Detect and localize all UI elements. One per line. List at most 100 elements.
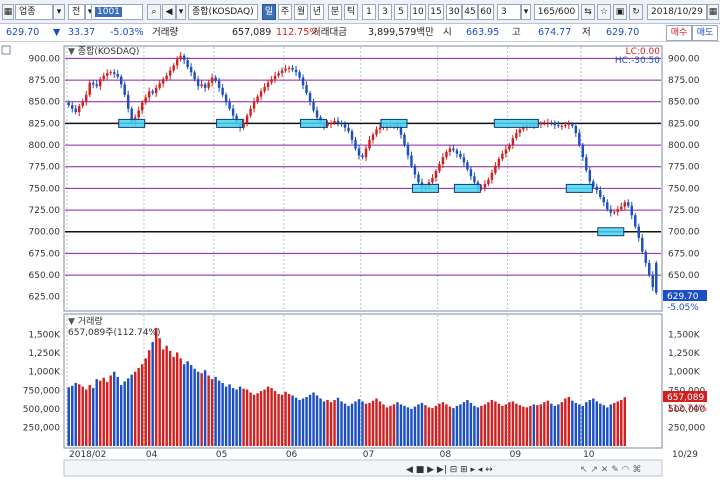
volume-bar [392,404,396,446]
volume-bar [494,401,497,446]
candle-body [312,101,315,111]
price-tick-left: 700.00 [29,228,61,238]
save-icon[interactable]: ▣ [613,4,627,20]
dropdown-icon[interactable]: ▾ [176,4,186,20]
candle-body [438,164,441,172]
period-month-button[interactable]: 월 [294,4,308,20]
volume-bar [245,389,249,446]
minute-45-button[interactable]: 45 [462,4,478,20]
volume-bar [284,391,287,446]
volume-bar [92,388,95,446]
volume-bar [536,405,539,446]
minute-1-button[interactable]: 1 [362,4,376,20]
price-panel-toggle-icon[interactable] [1,45,11,55]
candle-body [487,179,490,185]
scroll-controls-icon[interactable]: ◀ ■ ▶ ▶| ⊟ ⊞ ▸ ◂ ↔ [406,465,493,475]
candle-body [375,129,378,135]
candle-body [67,102,70,106]
period-day-button[interactable]: 일 [262,4,276,20]
period-minute-button[interactable]: 분 [328,4,342,20]
volume-bar [539,404,543,446]
volume-bar [623,397,627,446]
volume-bar [483,404,487,446]
level-marker-box [493,118,539,128]
price-tick-left: 750.00 [29,184,61,194]
volume-bar [406,407,410,446]
calendar-icon[interactable]: ▦ [707,4,719,20]
volume-bar [189,365,193,446]
candle-body [88,82,91,95]
period-year-button[interactable]: 년 [310,4,324,20]
interval-dropdown-icon[interactable]: ▾ [521,4,531,20]
buy-button[interactable]: 매수 [666,25,692,41]
menu-select[interactable]: 업종 [15,4,53,20]
layout-icon[interactable]: ▦ [2,4,14,20]
candle-body [85,94,88,102]
zoom-controls-icon[interactable]: ↖ ↗ ✕ ✎ ◠ ⌘ [580,465,641,475]
candle-body [466,162,469,170]
search-icon[interactable]: ⌕ [147,4,161,20]
minute-10-button[interactable]: 10 [410,4,426,20]
minute-15-button[interactable]: 15 [428,4,444,20]
volume-bar [133,371,137,446]
volume-bar [606,407,609,446]
candle-body [354,139,357,149]
candle-body [641,237,644,252]
minute-5-button[interactable]: 5 [394,4,408,20]
count-field[interactable]: 165/600 [534,4,579,20]
volume-bar [186,361,189,446]
minute-30-button[interactable]: 30 [446,4,462,20]
sell-button[interactable]: 매도 [692,25,718,41]
candle-body [277,73,280,76]
star-icon[interactable]: ☆ [597,4,611,20]
x-tick-label: 10 [583,450,595,460]
volume-bar [616,401,620,446]
candle-body [154,87,158,94]
volume-bar [81,386,84,446]
type-select[interactable]: 전 [68,4,85,20]
candle-body [186,60,189,68]
chart-area[interactable]: 900.00 900.00 875.00 875.00 850.00 850.00 825.… [0,42,720,480]
menu-dropdown-icon[interactable]: ▾ [53,4,65,20]
volume-bar [504,404,508,446]
candle-body [214,77,217,81]
volume-info: 657,089주(112.74%) [68,327,161,338]
candlestick-chart[interactable]: 900.00 900.00 875.00 875.00 850.00 850.00 825.… [0,42,720,480]
candle-body [564,125,567,127]
high-label: 고 [512,27,521,38]
volume-bar [378,401,382,446]
low-label: 저 [582,27,591,38]
candle-body [410,155,413,166]
candle-body [280,70,284,74]
volume-bar [620,399,623,446]
date-input[interactable]: 2018/10/29 [647,4,707,20]
candle-body [144,97,147,103]
refresh-icon[interactable]: ↻ [629,4,643,20]
volume-bar [291,395,294,446]
volume-speaker-icon[interactable]: ◀ [162,4,176,20]
period-tick-button[interactable]: 틱 [344,4,358,20]
chart-scrollbar[interactable] [63,459,663,477]
candle-body [78,106,81,113]
price-tick-right: 700.00 [668,228,700,238]
minute-3-button[interactable]: 3 [378,4,392,20]
candle-body [588,170,592,182]
volume-bar [588,399,592,446]
candle-body [308,93,312,102]
candle-body [644,251,647,263]
candle-body [333,120,336,123]
price-tick-left: 775.00 [29,163,61,173]
period-week-button[interactable]: 주 [278,4,292,20]
minute-60-button[interactable]: 60 [478,4,494,20]
volume-tick-left: 1,500K [28,331,61,341]
candle-body [620,206,623,210]
volume-bar [137,368,140,446]
volume-bar [287,394,291,446]
chart-settings-icon[interactable]: ⇆ [581,4,595,20]
interval-input[interactable]: 3 [497,4,521,20]
code-input[interactable]: 1001 [91,4,143,20]
candle-body [413,165,417,175]
candle-body [196,79,200,87]
candle-body [263,87,266,92]
candle-body [71,105,74,109]
